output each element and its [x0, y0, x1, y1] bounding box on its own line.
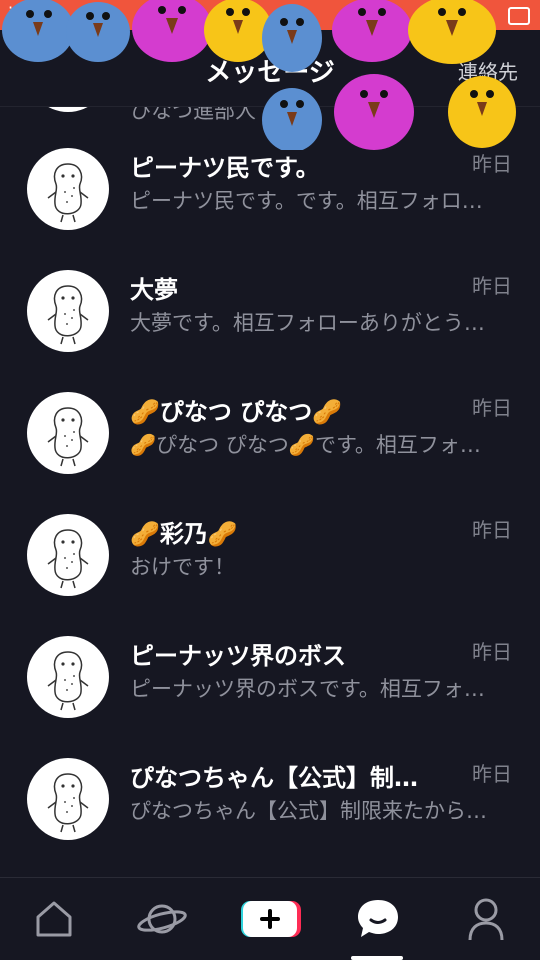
conversation-preview: 🥜ぴなつ ぴなつ🥜です。相互フォ…	[130, 433, 481, 457]
conversation-row[interactable]: ぴなつちゃん【公式】制… ぴなつちゃん【公式】制限来たから… 昨日	[0, 738, 540, 860]
peanut-mascot-icon	[47, 407, 89, 467]
conversation-time: 昨日	[472, 762, 512, 786]
conversation-row[interactable]: 大夢 大夢です。相互フォローありがとう… 昨日	[0, 250, 540, 372]
tab-profile[interactable]	[432, 878, 540, 960]
conversation-list: ひなつ進部人 ピーナツ民です。 ピーナツ民です。です。相互フォロ… 昨日 大夢 …	[0, 30, 540, 860]
peanut-mascot-icon	[47, 285, 89, 345]
conversation-row[interactable]: ピーナッツ界のボス ピーナッツ界のボスです。相互フォ… 昨日	[0, 616, 540, 738]
conversation-name: ピーナツ民です。	[130, 154, 320, 182]
avatar[interactable]	[27, 392, 109, 474]
active-tab-indicator	[351, 956, 403, 960]
conversation-preview: 大夢です。相互フォローありがとう…	[130, 311, 485, 335]
tab-create[interactable]	[216, 878, 324, 960]
avatar[interactable]	[27, 514, 109, 596]
conversation-row[interactable]: 🥜ぴなつ ぴなつ🥜 🥜ぴなつ ぴなつ🥜です。相互フォ… 昨日	[0, 372, 540, 494]
avatar[interactable]	[27, 148, 109, 230]
conversation-time: 昨日	[472, 152, 512, 176]
discover-planet-icon	[137, 904, 187, 934]
status-bar-label: iP	[8, 4, 24, 25]
peanut-mascot-icon	[47, 163, 89, 223]
conversation-preview: ピーナツ民です。です。相互フォロ…	[130, 189, 483, 213]
peanut-mascot-icon	[47, 773, 89, 833]
conversation-preview: おけです！	[130, 555, 235, 579]
tab-discover[interactable]	[108, 878, 216, 960]
conversation-row[interactable]: ピーナツ民です。 ピーナツ民です。です。相互フォロ… 昨日	[0, 128, 540, 250]
avatar[interactable]	[27, 270, 109, 352]
conversation-preview: ピーナッツ界のボスです。相互フォ…	[130, 677, 485, 701]
conversation-name: 大夢	[130, 276, 178, 304]
conversation-time: 昨日	[472, 396, 512, 420]
conversation-row[interactable]: 🥜彩乃🥜 おけです！ 昨日	[0, 494, 540, 616]
conversation-time: 昨日	[472, 274, 512, 298]
avatar[interactable]	[27, 758, 109, 840]
bottom-tab-bar	[0, 877, 540, 960]
inbox-message-icon	[358, 900, 398, 937]
conversation-time: 昨日	[472, 640, 512, 664]
status-bar: iP	[0, 0, 540, 30]
avatar[interactable]	[27, 636, 109, 718]
conversation-name: 🥜ぴなつ ぴなつ🥜	[130, 398, 343, 426]
tab-inbox[interactable]	[324, 878, 432, 960]
battery-icon	[508, 7, 530, 25]
conversation-name: ぴなつちゃん【公式】制…	[130, 764, 418, 792]
home-icon	[36, 901, 72, 937]
conversation-preview: ぴなつちゃん【公式】制限来たから…	[130, 799, 487, 823]
conversation-name: 🥜彩乃🥜	[130, 520, 238, 548]
tab-home[interactable]	[0, 878, 108, 960]
contacts-link[interactable]: 連絡先	[458, 56, 518, 85]
profile-icon	[468, 898, 504, 941]
conversation-time: 昨日	[472, 518, 512, 542]
create-plus-icon	[241, 901, 301, 937]
peanut-mascot-icon	[47, 529, 89, 589]
peanut-mascot-icon	[47, 651, 89, 711]
inbox-header: メッセージ 連絡先	[0, 30, 540, 107]
conversation-name: ピーナッツ界のボス	[130, 642, 346, 670]
